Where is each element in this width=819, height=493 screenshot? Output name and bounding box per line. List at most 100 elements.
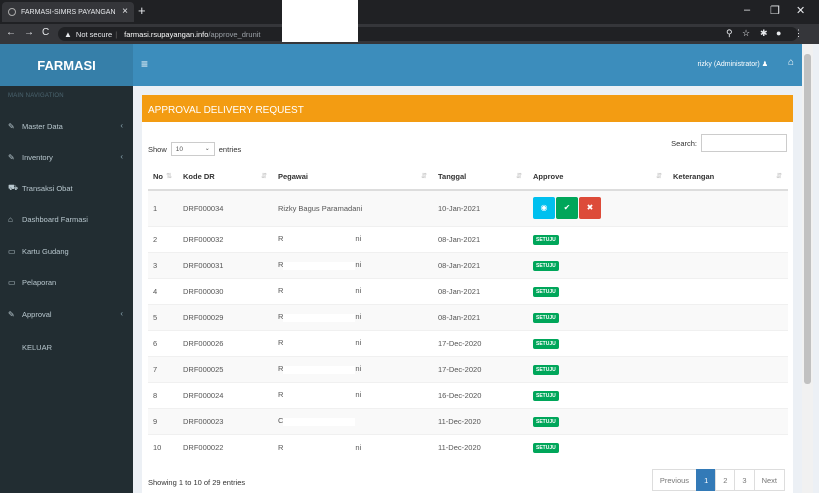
view-button[interactable]: ◉ — [533, 197, 555, 220]
cell-kode-dr: DRF000022 — [178, 433, 273, 460]
table-info: Showing 1 to 10 of 29 entries — [148, 478, 246, 487]
sidebar-item-kartu-gudang[interactable]: ▭ Kartu Gudang — [0, 241, 133, 261]
cell-pegawai: Rni — [273, 225, 433, 252]
cell-pegawai: C — [273, 407, 433, 434]
redaction-mask — [283, 417, 356, 426]
cell-keterangan — [668, 329, 788, 356]
pegawai-name: Rizky Bagus Paramadani — [278, 203, 363, 213]
cell-keterangan — [668, 277, 788, 304]
reload-button[interactable]: C — [42, 27, 49, 38]
search-input[interactable] — [701, 134, 787, 152]
status-badge: SETUJU — [533, 338, 559, 349]
home-icon[interactable]: ⌂ — [788, 57, 794, 68]
status-badge: SETUJU — [533, 364, 559, 375]
scrollbar-thumb[interactable] — [804, 54, 811, 384]
cell-no: 8 — [148, 381, 178, 408]
show-label: Show — [148, 144, 167, 154]
edit-icon: ✎ — [8, 152, 15, 162]
window-close-button[interactable]: ✕ — [796, 4, 805, 17]
sidebar-item-label: Dashboard Farmasi — [22, 214, 88, 224]
status-badge: SETUJU — [533, 390, 559, 401]
back-button[interactable]: ← — [6, 27, 16, 38]
sort-icon: ⇅ — [166, 173, 172, 180]
page-scrollbar[interactable] — [802, 44, 813, 493]
sidebar-item-inventory[interactable]: ✎ Inventory ‹ — [0, 147, 133, 167]
user-menu[interactable]: rizky (Administrator) ♟ — [698, 60, 768, 68]
sidebar-item-master-data[interactable]: ✎ Master Data ‹ — [0, 116, 133, 136]
folder-icon: ▭ — [8, 246, 16, 256]
page-1-button[interactable]: 1 — [696, 469, 717, 491]
column-header-label: No — [153, 172, 163, 181]
redaction-mask — [283, 261, 356, 270]
redaction-mask — [283, 287, 356, 296]
sort-icon: ⇵ — [261, 173, 267, 180]
column-header-tanggal[interactable]: Tanggal ⇵ — [433, 164, 528, 191]
sidebar-item-approval[interactable]: ✎ Approval ‹ — [0, 304, 133, 324]
cell-tanggal: 08-Jan-2021 — [433, 277, 528, 304]
status-badge: SETUJU — [533, 260, 559, 271]
tab-close-icon[interactable]: × — [122, 6, 128, 17]
sidebar-item-pelaporan[interactable]: ▭ Pelaporan — [0, 272, 133, 292]
chevron-left-icon: ‹ — [120, 152, 123, 161]
address-bar: ← → C ▲ Not secure | farmasi.rsupayangan… — [0, 24, 819, 44]
status-badge: SETUJU — [533, 442, 559, 453]
entries-select[interactable]: 10 ⌄ — [170, 142, 215, 156]
bookmark-star-icon[interactable]: ☆ — [742, 28, 750, 39]
sidebar-toggle-icon[interactable]: ≡ — [141, 57, 148, 71]
cell-no: 9 — [148, 407, 178, 434]
sidebar-item-label: KELUAR — [22, 342, 53, 352]
browser-tab[interactable]: FARMASI-SIMRS PAYANGAN × — [2, 2, 134, 22]
cell-approve: SETUJU — [528, 225, 668, 252]
cell-no: 10 — [148, 433, 178, 460]
page-previous-button[interactable]: Previous — [651, 469, 698, 491]
cell-approve: SETUJU — [528, 277, 668, 304]
sidebar-item-dashboard-farmasi[interactable]: ⌂ Dashboard Farmasi — [0, 209, 133, 229]
column-header-no[interactable]: No ⇅ — [148, 164, 178, 191]
cell-tanggal: 08-Jan-2021 — [433, 303, 528, 330]
sidebar-item-transaksi-obat[interactable]: ⛟ Transaksi Obat — [0, 178, 133, 198]
pegawai-name-end: ni — [355, 234, 362, 244]
cell-tanggal: 11-Dec-2020 — [433, 433, 528, 460]
redaction-mask — [283, 391, 356, 400]
status-badge: SETUJU — [533, 234, 559, 245]
column-header-keterangan[interactable]: Keterangan ⇵ — [668, 164, 788, 191]
minimize-button[interactable]: – — [744, 4, 750, 16]
cell-tanggal: 08-Jan-2021 — [433, 225, 528, 252]
column-header-approve[interactable]: Approve ⇵ — [528, 164, 668, 191]
column-header-kode-dr[interactable]: Kode DR ⇵ — [178, 164, 273, 191]
page-next-button[interactable]: Next — [753, 469, 785, 491]
cell-pegawai: Rni — [273, 251, 433, 278]
brand-logo[interactable]: FARMASI — [0, 44, 133, 86]
table-row: 10 DRF000022 Rni 11-Dec-2020 SETUJU — [148, 433, 788, 460]
column-header-pegawai[interactable]: Pegawai ⇵ — [273, 164, 433, 191]
browser-menu-icon[interactable]: ⋮ — [794, 28, 803, 39]
column-header-label: Approve — [533, 172, 564, 181]
url-input[interactable]: ▲ Not secure | farmasi.rsupayangan.info … — [58, 27, 798, 41]
profile-icon[interactable]: ● — [776, 28, 781, 38]
cell-pegawai: Rizky Bagus Paramadani — [273, 189, 433, 226]
cell-keterangan — [668, 355, 788, 382]
forward-button[interactable]: → — [24, 27, 34, 38]
status-badge: SETUJU — [533, 312, 559, 323]
cell-approve: SETUJU — [528, 329, 668, 356]
table-row: 4 DRF000030 Rni 08-Jan-2021 SETUJU — [148, 277, 788, 304]
cell-approve: SETUJU — [528, 355, 668, 382]
reject-button[interactable]: ✖ — [579, 197, 601, 220]
cell-keterangan — [668, 225, 788, 252]
extensions-icon[interactable]: ✱ — [760, 28, 768, 39]
restore-button[interactable]: ❐ — [770, 4, 780, 17]
folder-icon: ▭ — [8, 277, 16, 287]
page-3-button[interactable]: 3 — [734, 469, 755, 491]
pegawai-name-end: ni — [355, 364, 362, 374]
sidebar-item-keluar[interactable]: KELUAR — [0, 337, 133, 357]
chevron-left-icon: ‹ — [120, 121, 123, 130]
page-2-button[interactable]: 2 — [715, 469, 736, 491]
status-badge: SETUJU — [533, 416, 559, 427]
new-tab-button[interactable]: + — [138, 3, 146, 18]
zoom-icon[interactable]: ⚲ — [726, 28, 733, 39]
approve-button[interactable]: ✔ — [556, 197, 578, 220]
cell-keterangan — [668, 381, 788, 408]
chevron-left-icon: ‹ — [120, 309, 123, 318]
chevron-down-icon: ⌄ — [204, 146, 210, 152]
cell-kode-dr: DRF000026 — [178, 329, 273, 356]
